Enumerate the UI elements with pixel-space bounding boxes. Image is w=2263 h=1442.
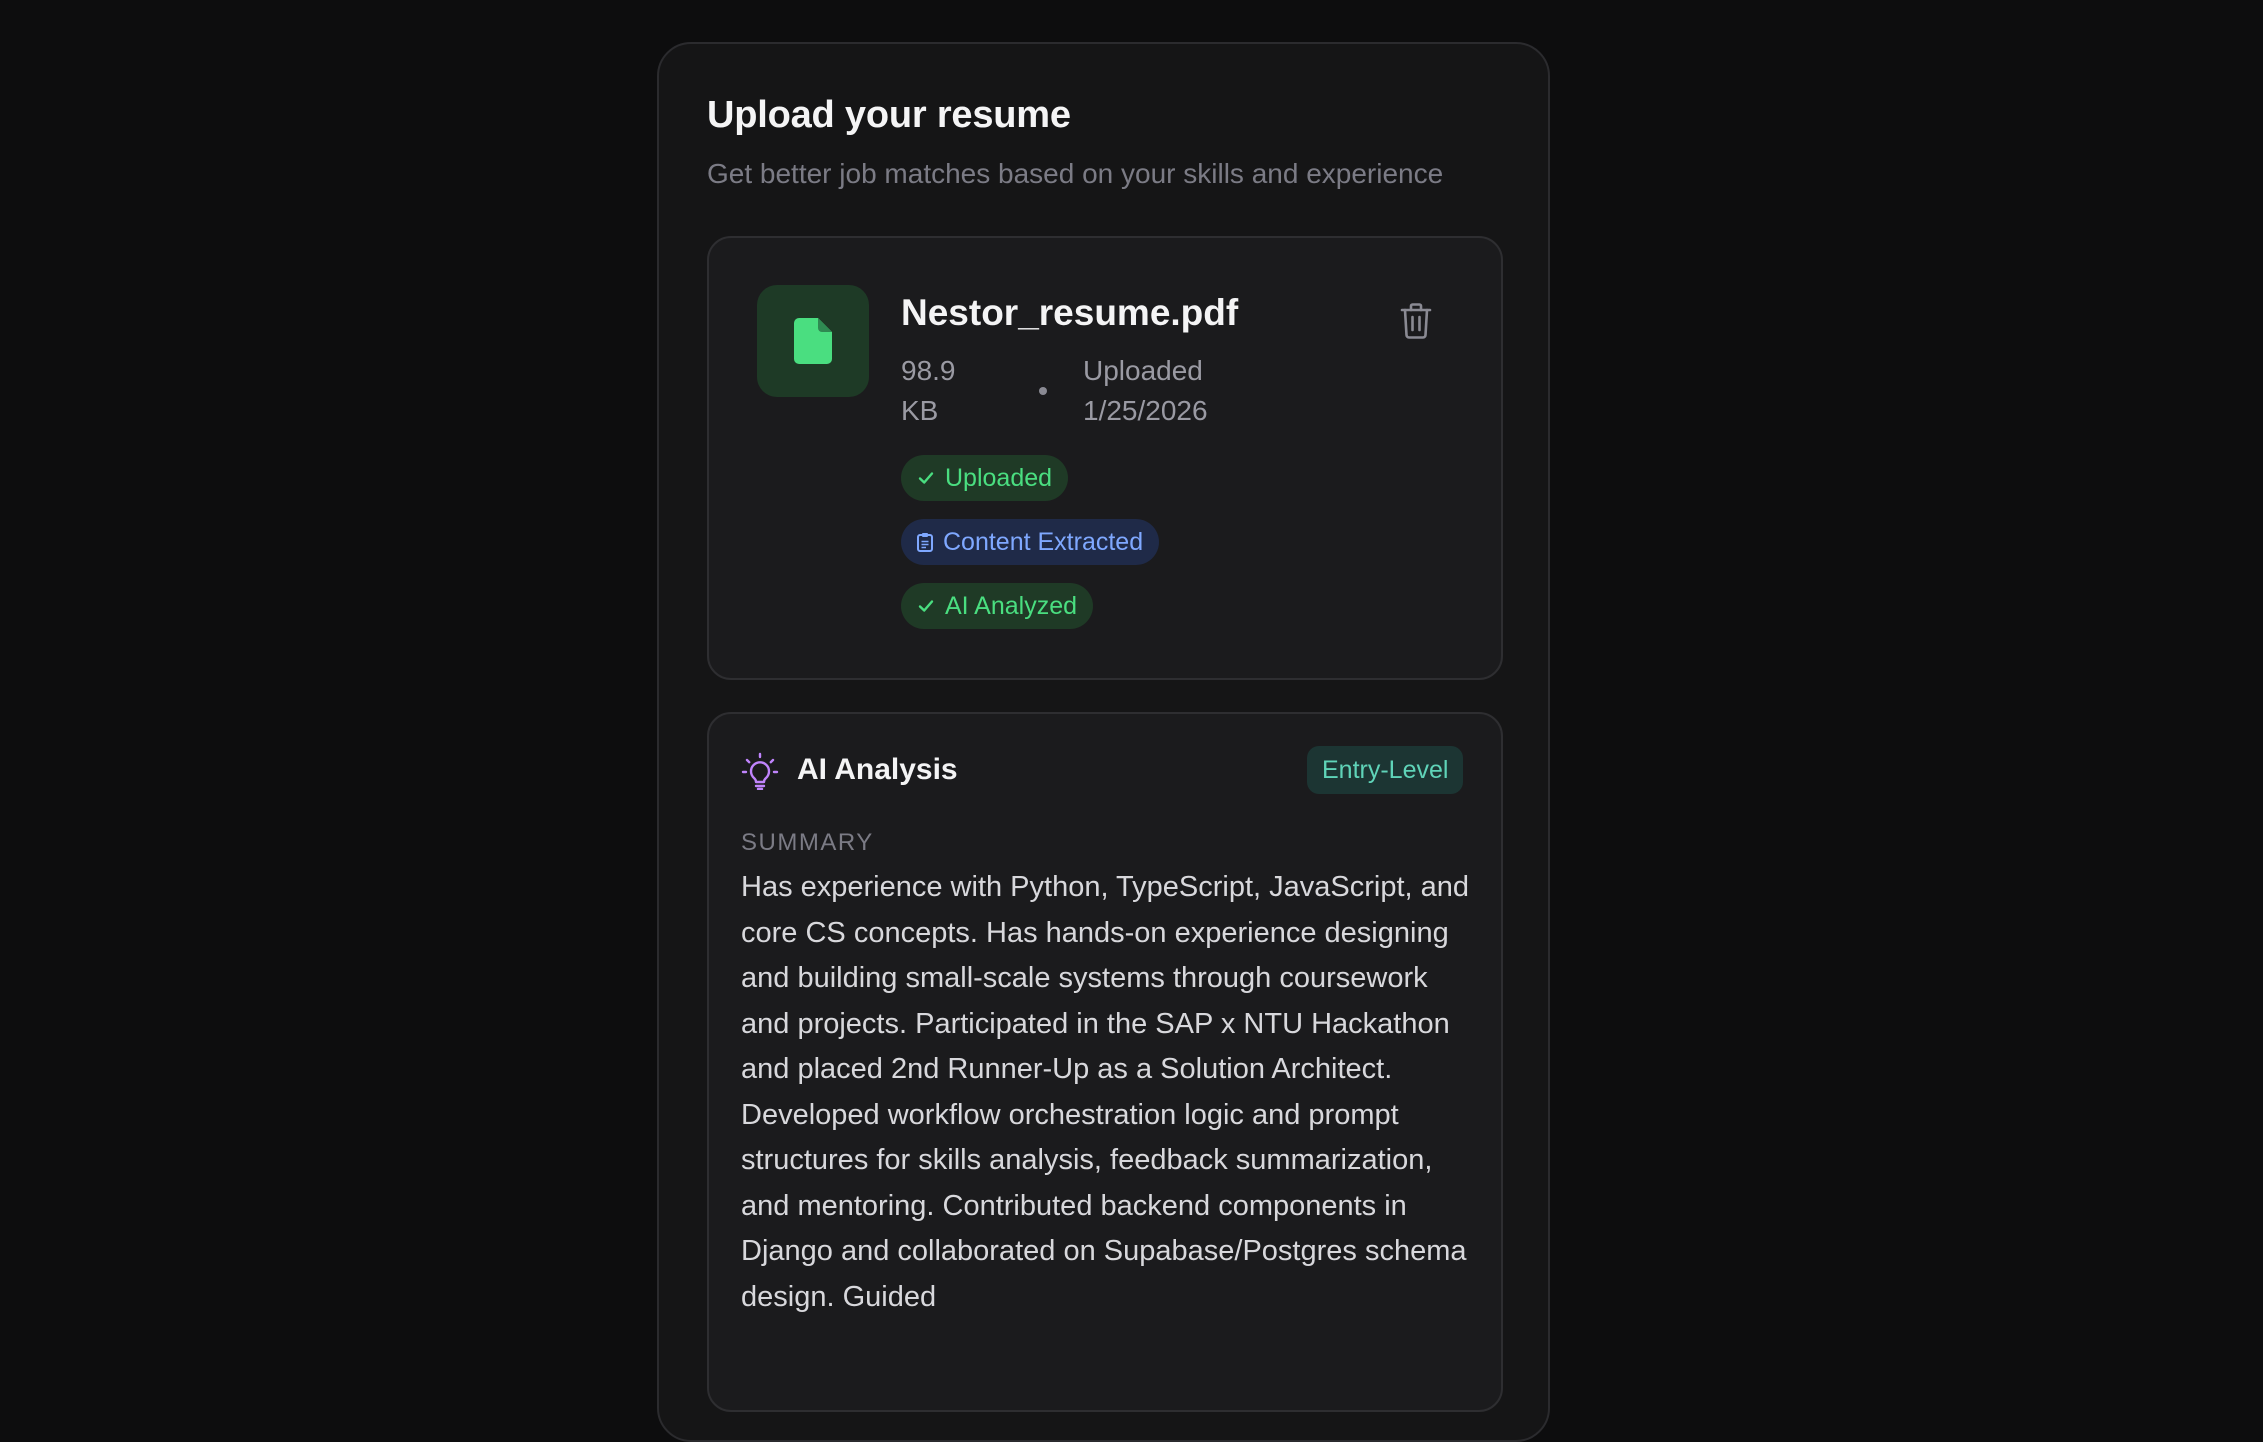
- experience-level-badge: Entry-Level: [1307, 746, 1464, 794]
- check-icon: [918, 600, 934, 612]
- analysis-title: AI Analysis: [797, 753, 958, 786]
- status-badge-uploaded: Uploaded: [901, 455, 1069, 501]
- summary-label: SUMMARY: [741, 829, 874, 856]
- file-size: 98.9 KB: [901, 355, 956, 426]
- delete-file-button[interactable]: [1396, 301, 1436, 341]
- lightbulb-icon: [741, 752, 779, 790]
- status-badge-content-extracted: Content Extracted: [901, 519, 1160, 565]
- file-upload-date: Uploaded 1/25/2026: [1083, 355, 1208, 426]
- badge-label: Content Extracted: [943, 527, 1144, 556]
- file-name: Nestor_resume.pdf: [901, 292, 1239, 333]
- document-icon: [794, 318, 832, 364]
- file-icon: [757, 285, 869, 397]
- clipboard-icon: [917, 533, 933, 552]
- trash-icon: [1400, 303, 1432, 339]
- badge-label: AI Analyzed: [945, 591, 1078, 620]
- badge-label: Uploaded: [945, 463, 1053, 492]
- meta-separator-dot: [1039, 387, 1047, 395]
- summary-text: Has experience with Python, TypeScript, …: [741, 871, 1470, 1313]
- check-icon: [918, 472, 934, 484]
- page-subtitle: Get better job matches based on your ski…: [707, 158, 1444, 189]
- status-badge-ai-analyzed: AI Analyzed: [901, 583, 1094, 629]
- page-title: Upload your resume: [707, 94, 1071, 136]
